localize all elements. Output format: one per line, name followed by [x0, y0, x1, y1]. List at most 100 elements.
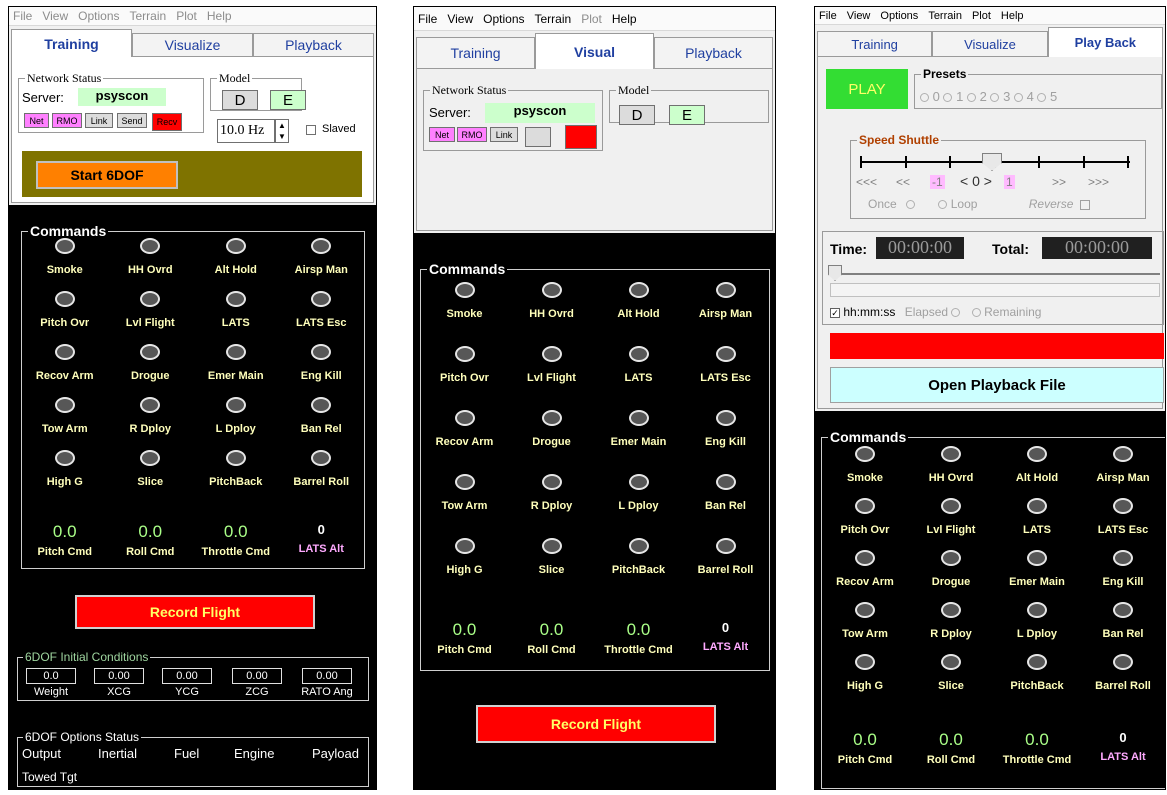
indicator-led[interactable]: [225, 397, 246, 413]
command-lats-esc[interactable]: LATS Esc: [279, 291, 365, 329]
indicator-led[interactable]: [1027, 446, 1047, 462]
rato-ang-field[interactable]: 0.00: [302, 668, 352, 684]
indicator-led[interactable]: [628, 346, 649, 362]
command-ban-rel[interactable]: Ban Rel: [1080, 602, 1165, 640]
command-r-dploy[interactable]: R Dploy: [908, 602, 994, 640]
indicator-led[interactable]: [1027, 602, 1047, 618]
preset-radio-2[interactable]: [966, 93, 976, 103]
tab-play-back[interactable]: Play Back: [1047, 27, 1163, 57]
command-alt-hold[interactable]: Alt Hold: [193, 238, 279, 276]
tab-playback[interactable]: Playback: [654, 37, 773, 69]
indicator-led[interactable]: [140, 397, 161, 413]
menu-file[interactable]: File: [13, 9, 32, 23]
tab-visualize[interactable]: Visualize: [132, 33, 253, 57]
hhmmss-checkbox[interactable]: ✓: [830, 307, 840, 318]
command-airsp-man[interactable]: Airsp Man: [682, 282, 769, 320]
indicator-led[interactable]: [454, 474, 475, 490]
open-playback-file-button[interactable]: Open Playback File: [830, 367, 1164, 403]
command-r-dploy[interactable]: R Dploy: [508, 474, 595, 512]
command-airsp-man[interactable]: Airsp Man: [1080, 446, 1165, 484]
menu-help[interactable]: Help: [1001, 10, 1024, 22]
indicator-led[interactable]: [1027, 550, 1047, 566]
command-barrel-roll[interactable]: Barrel Roll: [279, 450, 365, 488]
command-alt-hold[interactable]: Alt Hold: [595, 282, 682, 320]
indicator-led[interactable]: [855, 498, 875, 514]
tab-training[interactable]: Training: [11, 29, 132, 57]
command-barrel-roll[interactable]: Barrel Roll: [1080, 654, 1165, 692]
model-e-button[interactable]: E: [270, 90, 306, 110]
indicator-led[interactable]: [140, 291, 161, 307]
command-tow-arm[interactable]: Tow Arm: [22, 397, 108, 435]
command-l-dploy[interactable]: L Dploy: [193, 397, 279, 435]
record-flight-button[interactable]: Record Flight: [476, 705, 716, 743]
indicator-led[interactable]: [54, 291, 75, 307]
indicator-led[interactable]: [855, 550, 875, 566]
tab-training[interactable]: Training: [416, 37, 535, 69]
indicator-led[interactable]: [855, 446, 875, 462]
command-lats[interactable]: LATS: [994, 498, 1080, 536]
loop-radio[interactable]: [938, 200, 948, 210]
command-eng-kill[interactable]: Eng Kill: [279, 344, 365, 382]
command-recov-arm[interactable]: Recov Arm: [421, 410, 508, 448]
command-hh-ovrd[interactable]: HH Ovrd: [508, 282, 595, 320]
menu-terrain[interactable]: Terrain: [130, 9, 167, 23]
indicator-led[interactable]: [541, 538, 562, 554]
preset-radio-5[interactable]: [1037, 93, 1047, 103]
preset-radio-4[interactable]: [1013, 93, 1023, 103]
indicator-led[interactable]: [140, 238, 161, 254]
command-slice[interactable]: Slice: [108, 450, 194, 488]
weight-field[interactable]: 0.0: [26, 668, 76, 684]
model-d-button[interactable]: D: [222, 90, 258, 110]
indicator-led[interactable]: [541, 346, 562, 362]
indicator-led[interactable]: [54, 450, 75, 466]
command-lats[interactable]: LATS: [193, 291, 279, 329]
command-pitch-ovr[interactable]: Pitch Ovr: [22, 291, 108, 329]
menu-options[interactable]: Options: [78, 9, 119, 23]
command-recov-arm[interactable]: Recov Arm: [822, 550, 908, 588]
command-eng-kill[interactable]: Eng Kill: [1080, 550, 1165, 588]
command-lats[interactable]: LATS: [595, 346, 682, 384]
command-emer-main[interactable]: Emer Main: [595, 410, 682, 448]
indicator-led[interactable]: [941, 550, 961, 566]
command-barrel-roll[interactable]: Barrel Roll: [682, 538, 769, 576]
tab-visualize[interactable]: Visualize: [932, 31, 1048, 57]
indicator-led[interactable]: [941, 654, 961, 670]
indicator-led[interactable]: [54, 238, 75, 254]
indicator-led[interactable]: [54, 397, 75, 413]
once-radio[interactable]: [906, 200, 916, 210]
rate-spinner[interactable]: ▲ ▼: [275, 119, 289, 143]
xcg-field[interactable]: 0.00: [94, 668, 144, 684]
indicator-led[interactable]: [311, 344, 332, 360]
indicator-led[interactable]: [941, 602, 961, 618]
indicator-led[interactable]: [454, 538, 475, 554]
indicator-led[interactable]: [311, 291, 332, 307]
command-tow-arm[interactable]: Tow Arm: [421, 474, 508, 512]
indicator-led[interactable]: [715, 538, 736, 554]
indicator-led[interactable]: [311, 397, 332, 413]
menu-plot[interactable]: Plot: [972, 10, 991, 22]
indicator-led[interactable]: [855, 602, 875, 618]
command-r-dploy[interactable]: R Dploy: [108, 397, 194, 435]
indicator-led[interactable]: [941, 446, 961, 462]
indicator-led[interactable]: [628, 538, 649, 554]
preset-radio-0[interactable]: [920, 93, 929, 103]
menu-options[interactable]: Options: [483, 12, 524, 26]
indicator-led[interactable]: [541, 474, 562, 490]
indicator-led[interactable]: [715, 474, 736, 490]
preset-radio-3[interactable]: [990, 93, 1000, 103]
indicator-led[interactable]: [715, 282, 736, 298]
indicator-led[interactable]: [541, 282, 562, 298]
indicator-led[interactable]: [1113, 654, 1133, 670]
command-l-dploy[interactable]: L Dploy: [595, 474, 682, 512]
indicator-led[interactable]: [1027, 498, 1047, 514]
command-pitchback[interactable]: PitchBack: [193, 450, 279, 488]
tab-playback[interactable]: Playback: [253, 33, 374, 57]
command-high-g[interactable]: High G: [822, 654, 908, 692]
indicator-led[interactable]: [1113, 550, 1133, 566]
play-button[interactable]: PLAY: [826, 69, 908, 109]
menu-view[interactable]: View: [847, 10, 871, 22]
command-drogue[interactable]: Drogue: [508, 410, 595, 448]
command-pitch-ovr[interactable]: Pitch Ovr: [421, 346, 508, 384]
slaved-checkbox[interactable]: [306, 125, 316, 135]
command-pitchback[interactable]: PitchBack: [994, 654, 1080, 692]
